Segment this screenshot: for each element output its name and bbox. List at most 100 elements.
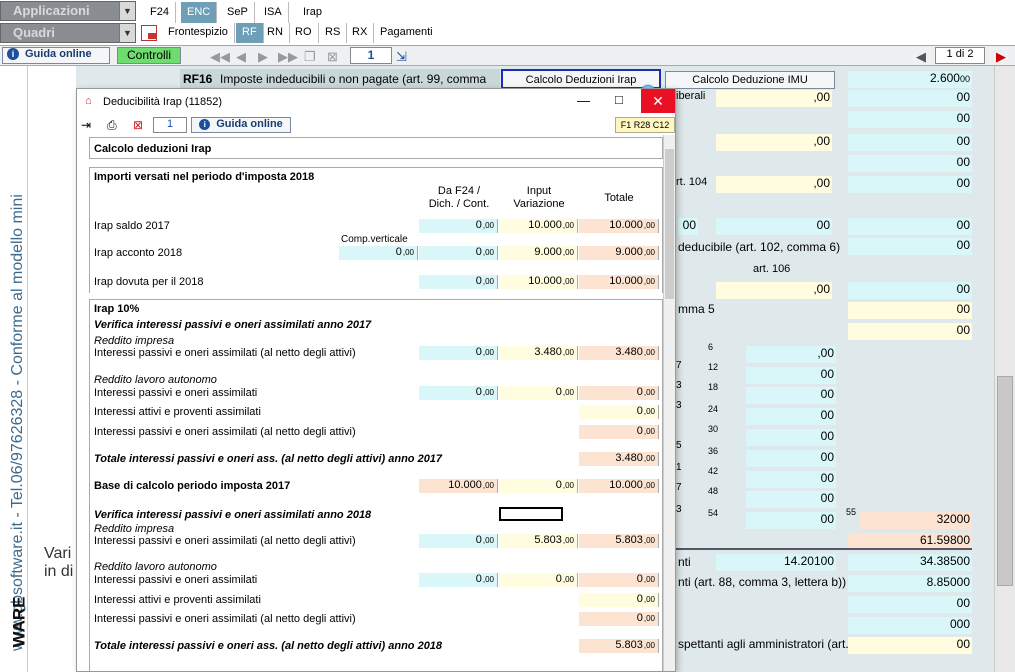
int-passivi-2018-input[interactable]: 0,00 [499, 573, 578, 587]
value-field[interactable]: 00 [848, 218, 972, 235]
scrollbar-thumb[interactable] [997, 376, 1013, 586]
int-netto-2017-input[interactable]: 3.480,00 [499, 346, 578, 360]
value-field[interactable]: 00 [848, 111, 972, 128]
exit-icon[interactable]: ⇥ [81, 118, 91, 132]
col-header: Dich. / Cont. [428, 198, 490, 210]
int-netto-2018-f24[interactable]: 0,00 [419, 534, 498, 548]
tab-pagamenti[interactable]: Pagamenti [374, 23, 439, 43]
irap-dovuta-input[interactable]: 10.000,00 [499, 275, 578, 289]
value-field[interactable]: 00 [746, 450, 836, 467]
value-field[interactable]: 00 [848, 282, 972, 299]
tab-rx[interactable]: RX [346, 23, 375, 43]
base-2017-input[interactable]: 0,00 [499, 479, 578, 493]
col-header: Input [526, 185, 552, 197]
value-field[interactable]: 8.85000 [848, 575, 972, 592]
copy-page-icon[interactable]: ❐ [304, 49, 316, 65]
quadri-combo[interactable]: Quadri ▼ [0, 23, 136, 43]
value-field[interactable]: 00 [848, 637, 972, 654]
value-field[interactable]: ,00 [716, 282, 832, 299]
next-page-icon[interactable]: ▶ [258, 49, 268, 65]
chevron-down-icon[interactable]: ▼ [119, 2, 135, 20]
int-passivi-2018-f24[interactable]: 0,00 [419, 573, 498, 587]
guida-online-button[interactable]: i Guida online [2, 47, 110, 64]
value-field[interactable]: 00 [746, 512, 836, 529]
value-field[interactable]: 00 [848, 302, 972, 319]
tab-ro[interactable]: RO [289, 23, 319, 43]
close-icon[interactable]: ✕ [641, 89, 675, 113]
value-field[interactable]: 00 [746, 408, 836, 425]
int-passivi-2017-input[interactable]: 0,00 [499, 386, 578, 400]
value-field[interactable]: 00 [848, 238, 972, 255]
irap-acconto-comp[interactable]: 0,00 [339, 246, 418, 260]
main-scrollbar[interactable] [994, 66, 1015, 672]
tab-rn[interactable]: RN [261, 23, 290, 43]
value-field[interactable]: 2.60000 [848, 71, 972, 88]
tab-sep[interactable]: SeP [221, 2, 255, 23]
value-field[interactable]: 34.38500 [848, 554, 972, 571]
calcolo-deduzioni-irap-button[interactable]: Calcolo Deduzioni Irap [501, 69, 661, 89]
int-netto-2017-f24[interactable]: 0,00 [419, 346, 498, 360]
go-page-icon[interactable]: ⇲ [396, 49, 407, 65]
value-field[interactable]: 14.20100 [716, 554, 836, 571]
int-attivi-2017[interactable]: 0,00 [579, 405, 659, 419]
tab-frontespizio[interactable]: Frontespizio [162, 23, 235, 43]
value-field[interactable]: ,00 [716, 134, 832, 151]
value-field[interactable]: 32000 [860, 512, 972, 529]
minimize-icon[interactable]: — [577, 93, 590, 108]
quadri-label: Quadri [13, 25, 55, 40]
maximize-icon[interactable]: □ [615, 92, 623, 107]
irap-acconto-input[interactable]: 9.000,00 [499, 246, 578, 260]
value-field[interactable]: 00 [746, 429, 836, 446]
controlli-button[interactable]: Controlli [117, 47, 181, 64]
scrollbar-thumb[interactable] [665, 149, 674, 299]
value-field[interactable]: ,00 [746, 346, 836, 363]
value-field[interactable]: 00 [678, 218, 698, 235]
int-attivi-2018[interactable]: 0,00 [579, 593, 659, 607]
value-field[interactable]: 00 [848, 155, 972, 172]
prev-modulo-icon[interactable]: ◀ [916, 49, 926, 65]
pdf-icon[interactable] [141, 25, 157, 41]
value-field[interactable]: 00 [746, 367, 836, 384]
chevron-down-icon[interactable]: ▼ [119, 24, 135, 42]
last-page-icon[interactable]: ▶▶ [278, 49, 298, 65]
value-field[interactable]: 00 [848, 134, 972, 151]
value-field[interactable]: 000 [848, 617, 972, 634]
value-field[interactable]: 00 [746, 471, 836, 488]
calcolo-deduzione-imu-button[interactable]: Calcolo Deduzione IMU [665, 71, 835, 89]
delete-page-icon[interactable]: ⊠ [327, 49, 338, 65]
page-number-input[interactable]: 1 [350, 47, 392, 64]
irap-saldo-input[interactable]: 10.000,00 [499, 219, 578, 233]
subsection-label: Reddito lavoro autonomo [94, 374, 217, 386]
value-field[interactable]: 00 [848, 323, 972, 340]
value-field[interactable]: 00 [848, 176, 972, 193]
dialog-page-input[interactable]: 1 [153, 117, 187, 133]
dialog-scrollbar[interactable] [663, 135, 675, 671]
tab-rs[interactable]: RS [319, 23, 348, 43]
int-passivi-2017-f24[interactable]: 0,00 [419, 386, 498, 400]
prev-page-icon[interactable]: ◀ [236, 49, 246, 65]
value-field[interactable]: 00 [746, 387, 836, 404]
value-field[interactable]: ,00 [716, 176, 832, 193]
print-icon[interactable]: ⎙ [107, 118, 117, 133]
irap-saldo-f24[interactable]: 0,00 [419, 219, 498, 233]
value-field[interactable]: ,00 [716, 90, 832, 107]
section-title: Irap 10% [94, 303, 140, 315]
tab-f24[interactable]: F24 [144, 2, 176, 23]
vertical-info-text: www.gbsoftware.it - Tel.06/97626328 - Co… [9, 194, 26, 651]
tab-irap[interactable]: Irap [297, 2, 328, 23]
tab-rf[interactable]: RF [236, 23, 264, 43]
irap-acconto-f24[interactable]: 0,00 [419, 246, 498, 260]
delete-icon[interactable]: ⊠ [133, 118, 143, 132]
value-field[interactable]: 00 [848, 90, 972, 107]
irap-dovuta-f24[interactable]: 0,00 [419, 275, 498, 289]
tab-isa[interactable]: ISA [258, 2, 289, 23]
dialog-guida-online-button[interactable]: i Guida online [191, 117, 291, 133]
value-field[interactable]: 00 [848, 596, 972, 613]
value-field[interactable]: 00 [746, 491, 836, 508]
int-netto-2018-input[interactable]: 5.803,00 [499, 534, 578, 548]
first-page-icon[interactable]: ◀◀ [210, 49, 230, 65]
applicazioni-combo[interactable]: Applicazioni ▼ [0, 1, 136, 21]
next-modulo-icon[interactable]: ▶ [996, 49, 1006, 65]
value-field[interactable]: 00 [716, 218, 832, 235]
tab-enc[interactable]: ENC [181, 2, 218, 23]
